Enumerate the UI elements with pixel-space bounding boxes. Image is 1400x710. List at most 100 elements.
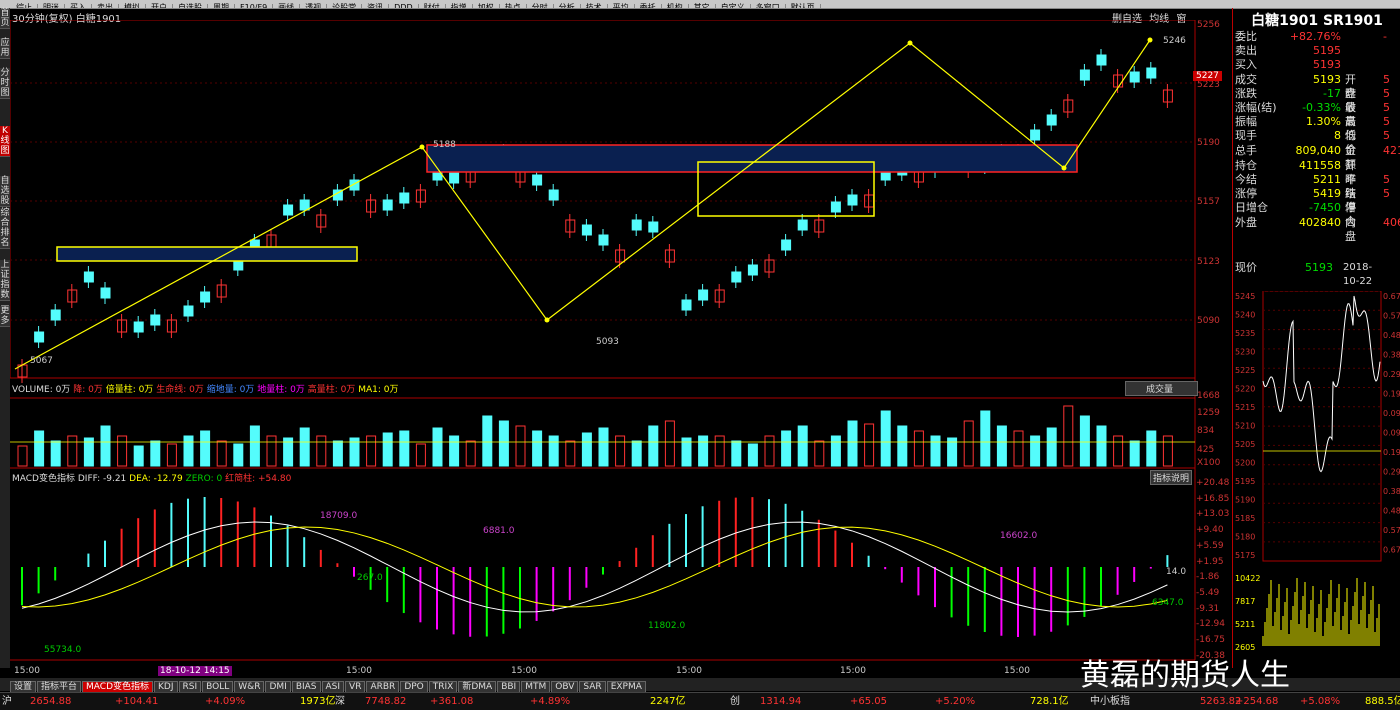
toolbar-item[interactable]: 模拟 [119,4,146,8]
macd-tick: +16.85 [1196,493,1230,504]
volume-bar [67,435,78,467]
toolbar-item[interactable]: 自定义 [716,4,751,8]
mini-pct-tick: 0.09 [1383,409,1400,418]
nav-item[interactable]: 更多 [0,306,10,327]
volume-bar [200,430,211,467]
toolbar-item[interactable]: 指增 [446,4,473,8]
quote-row: 持仓 411558 开平 [1235,158,1356,186]
volume-bar [415,443,426,467]
candle [183,305,194,317]
toolbar-item[interactable]: 平均 [608,4,635,8]
macd-tick: +13.03 [1196,509,1230,520]
price-tick: 5223 [1197,80,1220,90]
volume-indicator-select[interactable]: 成交量 [1125,381,1199,396]
kline-chart[interactable] [10,20,1232,680]
support-box [56,246,358,262]
volume-bar [150,440,161,467]
toolbar-item[interactable]: 卖出 [92,4,119,8]
volume-bar [332,440,343,467]
toolbar-item[interactable]: 自选股 [173,4,208,8]
macd-tick: -12.94 [1196,619,1226,630]
volume-tick: 1668 [1197,391,1220,401]
toolbar-item[interactable]: 技术 [581,4,608,8]
watermark: 黄磊的期货人生 [1080,658,1290,693]
toolbar-item[interactable]: 综止 [11,4,38,8]
quote-row: 涨停 5419 跌停 5 [1235,187,1390,215]
status-item: 728.1亿 [1030,696,1069,707]
volume-bar [996,425,1007,467]
mini-pct-tick: 0.09 [1383,429,1400,438]
status-item: +5.20% [935,696,976,707]
candle [532,174,543,186]
toolbar-item[interactable]: 论股堂 [327,4,363,8]
mini-pct-tick: 0.38 [1383,351,1400,360]
toolbar-item[interactable]: 周期 [208,4,235,8]
toolbar-item[interactable]: 财付 [419,4,446,8]
macd-note: 267.0 [357,573,383,583]
quote-row: 成交 5193 开盘 5 [1235,72,1390,100]
quote-row: 涨幅(结) -0.33% 最高 5 [1235,101,1390,128]
toolbar-item[interactable]: 资讯 [362,4,390,8]
top-toolbar: 综止 明迷 买入 卖出 模拟 开户 自选股 周期 F10/F9 画线 透视 论股堂 资讯 DDD 财付 指增加… [0,0,1400,9]
volume-bar [664,420,675,467]
toolbar-item[interactable]: 机构 [662,4,689,8]
status-item: 5263.82 [1200,696,1242,707]
nav-item[interactable]: 分时图 [0,68,10,99]
volume-bar [1146,430,1157,467]
toolbar-item[interactable]: 多窗口 [751,4,786,8]
macd-tick: +5.59 [1196,540,1224,551]
toolbar-item[interactable]: 明迷 [38,4,65,8]
nav-item[interactable]: 上证指数 [0,260,10,301]
mini-pct-tick: 0.19 [1383,448,1400,457]
volume-bar [698,435,709,467]
nav-item[interactable]: 自选股 [0,176,10,207]
candle [598,234,609,246]
candle [631,219,642,231]
mini-pct-tick: 0.57 [1383,312,1400,321]
indicator-tabs: 设置 指标平台 MACD变色指标 KDJ RSI BOLL W&R DMI BIAS ASI VR A… [10,679,647,694]
macd-tick: +20.48 [1196,478,1230,488]
intraday-line [1262,295,1381,473]
toolbar-item[interactable]: 分时 [527,4,554,8]
toolbar-item[interactable]: 透视 [300,4,328,8]
volume-bar [913,430,924,467]
candle [781,239,792,251]
candle [83,271,94,283]
nav-item[interactable]: 综合排名 [0,208,10,249]
left-nav: 首页应用分时图 K线图自选股 综合排名上证指数更多 [0,8,10,668]
toolbar-item[interactable]: 分析 [554,4,581,8]
volume-tick: 425 [1197,445,1215,455]
intraday-chart[interactable]: 5245 5240 5235 5230 5225 5220 5215 5210 5205 5200… [1233,291,1400,661]
toolbar-item[interactable]: 默认页 [786,4,821,8]
volume-bar [930,435,941,467]
toolbar-item[interactable]: 热点 [500,4,527,8]
quote-row: 总手809,040金额421.0 [1235,143,1400,171]
volume-bar [498,420,509,467]
nav-item[interactable]: 首页 [0,8,10,29]
volume-bar [1030,435,1041,467]
volume-bar [830,435,841,467]
toolbar-item[interactable]: 开户 [146,4,173,8]
candle [1096,54,1107,66]
toolbar-item[interactable]: 买入 [65,4,92,8]
candle [382,199,393,211]
mini-price-tick: 5230 [1235,348,1255,357]
volume-bar [117,435,128,467]
volume-bar [266,435,277,467]
toolbar-item[interactable]: 委托 [635,4,662,8]
volume-tick: 834 [1197,426,1215,436]
status-item: +5.08% [1300,696,1341,707]
toolbar-item[interactable]: 加权 [473,4,500,8]
toolbar-item[interactable]: 画线 [273,4,301,8]
toolbar-item[interactable]: DDD [389,4,419,8]
indicator-help-button[interactable]: 指标说明 [1150,470,1193,485]
nav-item[interactable]: K线图 [0,126,10,157]
volume-bar [299,427,310,467]
nav-item[interactable]: 应用 [0,38,10,59]
macd-tick: +9.40 [1196,525,1224,536]
now-price-row: 现价 5193 2018-10-22 [1235,261,1373,287]
volume-bar [1113,435,1124,467]
toolbar-item[interactable]: 其它 [689,4,716,8]
volume-bar [399,430,410,467]
toolbar-item[interactable]: F10/F9 [235,4,274,8]
